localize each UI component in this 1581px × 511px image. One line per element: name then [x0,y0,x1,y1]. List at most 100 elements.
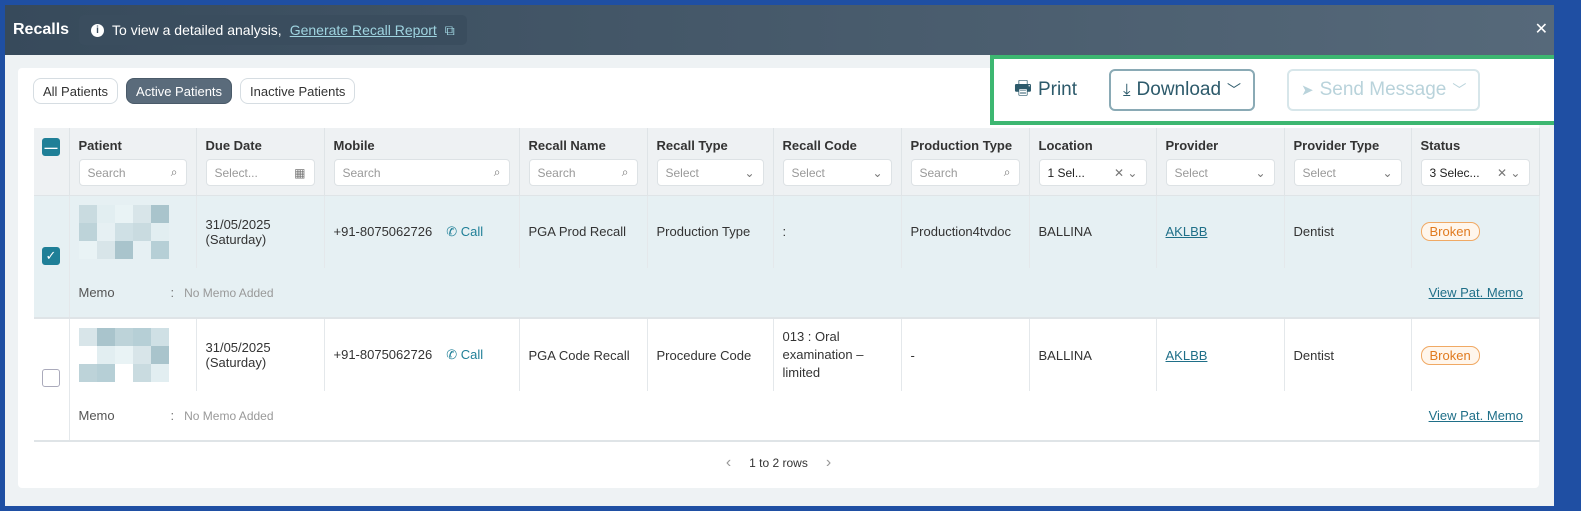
chevron-down-icon[interactable]: ✕ ⌄ [1497,166,1520,180]
tab-all-patients[interactable]: All Patients [33,78,119,104]
recall-code: 013 : Oral examination – limited [773,318,902,391]
prev-page-icon[interactable]: ‹ [726,454,731,472]
column-filter-search[interactable]: Search ⌕ [910,159,1020,186]
column-filter-date[interactable]: Select... ▦ [205,159,315,186]
column-filter-select[interactable]: Select ⌄ [782,159,892,186]
print-button[interactable]: 🖶 Print [1014,69,1077,111]
send-icon: ➤ [1301,82,1314,99]
filter-value: 3 Selec... [1429,165,1480,180]
search-icon[interactable]: ⌕ [171,165,178,180]
column-label: Recall Type [656,138,728,153]
column-filter-search[interactable]: Search ⌕ [528,159,638,186]
column-filter-select[interactable]: Select ⌄ [1165,159,1275,186]
external-link-icon[interactable]: ⧉ [445,22,455,39]
recall-name: PGA Prod Recall [519,195,648,268]
column-label: Mobile [333,138,375,153]
due-date: 31/05/2025 [205,340,271,355]
mobile-number: +91-8075062726 [333,223,433,239]
tab-inactive-patients[interactable]: Inactive Patients [240,78,356,104]
production-type: Production4tvdoc [901,195,1030,268]
column-label: Production Type [910,138,1013,153]
column-filter-multiselect[interactable]: 1 Sel... ✕ ⌄ [1038,159,1147,186]
column-label: Provider Type [1293,138,1380,153]
table-row[interactable]: 31/05/2025 (Saturday) +91-8075062726 ✆ Cal… [34,318,1540,442]
column-filter-search[interactable]: Search ⌕ [333,159,510,186]
search-icon[interactable]: ⌕ [1004,165,1011,180]
due-day: (Saturday) [205,231,267,247]
chevron-down-icon[interactable]: ⌄ [872,166,882,180]
column-header: Provider Type Select ⌄ [1284,128,1412,196]
provider-link[interactable]: AKLBB [1166,348,1208,363]
column-header: Provider Select ⌄ [1156,128,1285,196]
search-icon[interactable]: ⌕ [622,165,629,180]
call-button[interactable]: ✆ Call [446,347,483,362]
provider-type: Dentist [1284,195,1412,268]
status-badge: Broken [1420,345,1480,365]
due-day: (Saturday) [205,355,267,370]
column-filter-select[interactable]: Select ⌄ [656,159,764,186]
chevron-down-icon[interactable]: ⌄ [1255,166,1265,180]
filter-value: Select [791,165,825,180]
filter-value: Search [87,165,126,180]
memo-label: Memo [78,408,115,423]
send-message-button[interactable]: ➤ Send Message ﹀ [1287,69,1481,111]
column-label: Recall Code [782,138,857,153]
memo-value: No Memo Added [184,409,274,423]
filter-value: Search [342,165,381,180]
call-button[interactable]: ✆ Call [446,224,483,239]
column-header: Due Date Select... ▦ [196,128,325,196]
select-all-checkbox[interactable]: — [42,138,60,156]
calendar-icon[interactable]: ▦ [294,166,305,180]
column-header: Status 3 Selec... ✕ ⌄ [1411,128,1540,196]
generate-recall-report-link[interactable]: Generate Recall Report [290,22,437,38]
next-page-icon[interactable]: › [826,454,831,472]
recall-type: Procedure Code [647,318,774,391]
column-label: Due Date [205,138,262,153]
provider-type: Dentist [1284,318,1412,391]
memo-row: Memo: No Memo Added View Pat. Memo [34,268,1539,319]
provider-link[interactable]: AKLBB [1166,224,1208,239]
pagination: ‹ 1 to 2 rows › [18,454,1539,472]
row-checkbox[interactable] [42,369,60,387]
actions-toolbar: 🖶 Print ⤓ Download ﹀ ➤ Send Message ﹀ [990,55,1554,125]
tab-active-patients[interactable]: Active Patients [126,78,233,104]
memo-row: Memo: No Memo Added View Pat. Memo [34,391,1539,442]
due-date: 31/05/2025 [205,216,271,232]
filter-value: Select [665,165,699,180]
chevron-down-icon[interactable]: ⌄ [744,166,754,180]
column-filter-select[interactable]: Select ⌄ [1293,159,1402,186]
column-header: Production Type Search ⌕ [901,128,1030,196]
view-pat-memo-link[interactable]: View Pat. Memo [1429,408,1523,423]
download-button[interactable]: ⤓ Download ﹀ [1109,69,1256,111]
table-header: — Patient Search ⌕ Due Date Select... ▦ Mobi… [34,128,1540,196]
column-header: Recall Type Select ⌄ [647,128,774,196]
call-label: Call [460,347,484,362]
row-checkbox[interactable]: ✓ [42,247,60,266]
recalls-table: — Patient Search ⌕ Due Date Select... ▦ Mobi… [34,128,1540,442]
column-label: Status [1420,138,1461,153]
patient-name-redacted [78,328,187,382]
location: BALLINA [1029,195,1157,268]
column-filter-search[interactable]: Search ⌕ [78,159,187,186]
table-row[interactable]: ✓ 31/05/2025 (Saturday) +91-8075062726 ✆ C… [34,195,1540,319]
column-header: Mobile Search ⌕ [324,128,520,196]
filter-value: Select [1174,165,1208,180]
mobile-number: +91-8075062726 [333,347,433,362]
column-filter-multiselect[interactable]: 3 Selec... ✕ ⌄ [1420,159,1530,186]
filter-value: Search [919,165,958,180]
view-pat-memo-link[interactable]: View Pat. Memo [1429,285,1523,300]
filter-value: Search [537,165,576,180]
print-label: Print [1037,79,1078,100]
close-icon[interactable]: ✕ [1535,19,1548,39]
info-icon: i [91,23,105,37]
info-text: To view a detailed analysis, [112,22,282,38]
chevron-down-icon[interactable]: ✕ ⌄ [1114,166,1137,180]
chevron-down-icon[interactable]: ⌄ [1382,166,1392,180]
search-icon[interactable]: ⌕ [494,165,501,180]
chevron-down-icon: ﹀ [1452,82,1467,98]
phone-icon: ✆ [446,347,458,362]
info-banner: i To view a detailed analysis, Generate … [79,15,467,45]
column-header: Patient Search ⌕ [69,128,197,196]
title-bar: Recalls i To view a detailed analysis, G… [5,5,1554,55]
filter-value: Select... [214,165,258,180]
